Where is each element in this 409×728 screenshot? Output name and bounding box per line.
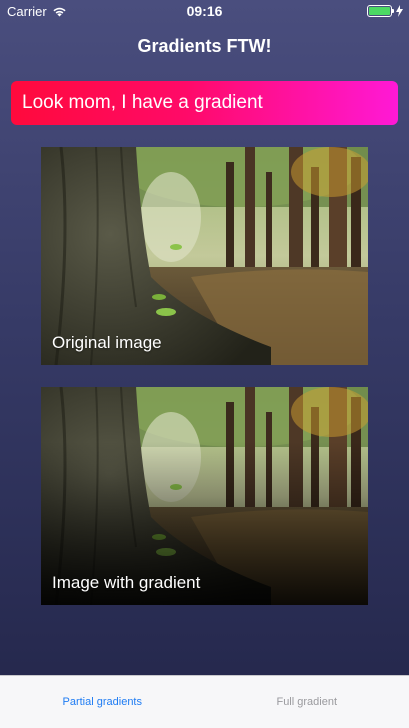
status-bar: Carrier 09:16 [0, 0, 409, 22]
battery-fill [369, 7, 390, 15]
charging-bolt-icon [396, 5, 403, 17]
tab-partial-gradients-label: Partial gradients [62, 696, 143, 708]
gradient-image-caption: Image with gradient [52, 573, 201, 592]
carrier-label: Carrier [7, 3, 47, 19]
gradient-label-text: Look mom, I have a gradient [22, 92, 263, 113]
original-image-card: Original image [41, 147, 368, 365]
gradient-image-card: Image with gradient [41, 387, 368, 605]
tab-full-gradient[interactable]: Full gradient [205, 676, 409, 728]
original-image-caption: Original image [52, 333, 162, 352]
wifi-icon [53, 7, 66, 16]
status-left: Carrier [7, 4, 67, 19]
status-right [367, 5, 403, 17]
tab-bar: Partial gradients Full gradient [0, 675, 409, 728]
battery-icon [367, 5, 394, 17]
tab-partial-gradients[interactable]: Partial gradients [0, 676, 205, 728]
tab-full-gradient-label: Full gradient [276, 696, 338, 708]
page-title: Gradients FTW! [137, 36, 272, 56]
gradient-label: Look mom, I have a gradient [11, 81, 398, 125]
